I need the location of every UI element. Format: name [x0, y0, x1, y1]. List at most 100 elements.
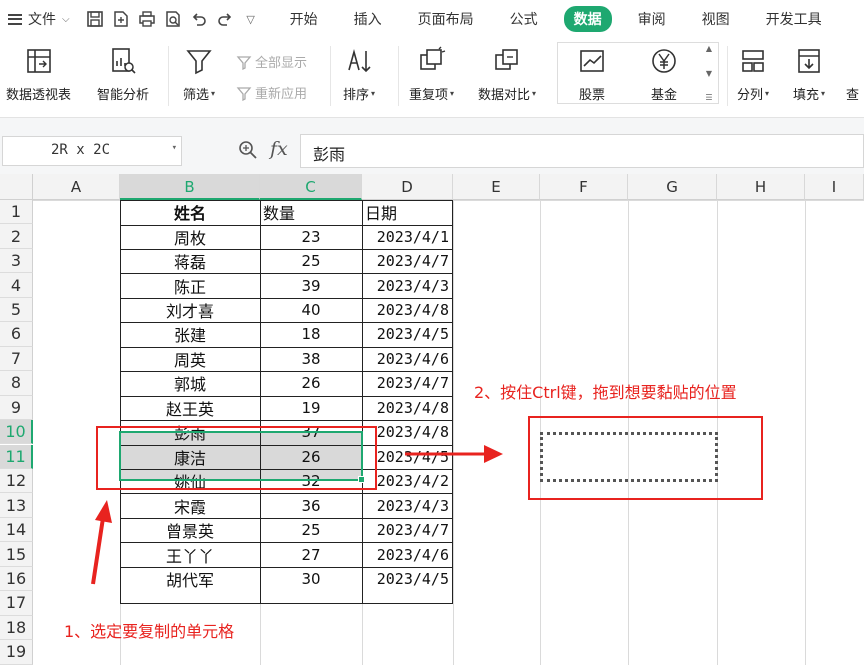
- print-icon[interactable]: [136, 8, 158, 30]
- cell-date[interactable]: 2023/4/7: [362, 249, 453, 273]
- duplicates-button[interactable]: 重复项 ▾: [409, 44, 454, 103]
- cell-date[interactable]: 2023/4/8: [362, 420, 453, 444]
- header-cell-qty[interactable]: 数量: [260, 200, 362, 224]
- row-header-14[interactable]: 14: [0, 517, 33, 543]
- cell-name[interactable]: 郭城: [120, 371, 260, 395]
- cell-qty[interactable]: 18: [260, 322, 362, 346]
- cell-qty[interactable]: 30: [260, 567, 362, 591]
- cell-qty[interactable]: 26: [260, 371, 362, 395]
- cell-qty[interactable]: 40: [260, 298, 362, 322]
- row-header-18[interactable]: 18: [0, 615, 33, 641]
- cell-qty[interactable]: 39: [260, 273, 362, 297]
- column-header-e[interactable]: E: [453, 174, 540, 200]
- name-box[interactable]: 2R x 2C ▾: [2, 136, 182, 166]
- row-header-11[interactable]: 11: [0, 444, 33, 469]
- row-header-15[interactable]: 15: [0, 542, 33, 567]
- tab-page-layout[interactable]: 页面布局: [408, 6, 484, 32]
- cell-date[interactable]: 2023/4/3: [362, 493, 453, 517]
- lookup-button[interactable]: 查: [846, 44, 864, 103]
- split-column-button[interactable]: 分列 ▾: [736, 44, 770, 103]
- row-header-5[interactable]: 5: [0, 297, 33, 323]
- cell-qty[interactable]: 27: [260, 542, 362, 566]
- select-all-corner[interactable]: [0, 174, 33, 200]
- show-all-button[interactable]: 全部显示: [236, 52, 307, 71]
- row-header-17[interactable]: 17: [0, 591, 33, 616]
- cell-date[interactable]: 2023/4/5: [362, 567, 453, 591]
- cell-date[interactable]: 2023/4/5: [362, 445, 453, 469]
- cell-name[interactable]: 曾景英: [120, 518, 260, 542]
- smart-analysis-button[interactable]: 智能分析: [97, 44, 149, 103]
- undo-icon[interactable]: [188, 8, 210, 30]
- row-header-2[interactable]: 2: [0, 224, 33, 249]
- column-header-g[interactable]: G: [628, 174, 717, 200]
- cell-qty[interactable]: 38: [260, 347, 362, 371]
- tab-home[interactable]: 开始: [280, 6, 328, 32]
- tab-view[interactable]: 视图: [692, 6, 740, 32]
- caret-down-icon[interactable]: ▾: [172, 143, 177, 153]
- cell-date[interactable]: 2023/4/8: [362, 396, 453, 420]
- row-header-7[interactable]: 7: [0, 346, 33, 372]
- reapply-button[interactable]: 重新应用: [236, 83, 307, 102]
- row-header-16[interactable]: 16: [0, 566, 33, 592]
- cell-name[interactable]: 赵王英: [120, 396, 260, 420]
- cell-date[interactable]: 2023/4/1: [362, 224, 453, 248]
- column-header-i[interactable]: I: [805, 174, 864, 200]
- row-header-13[interactable]: 13: [0, 493, 33, 518]
- save-icon[interactable]: [84, 8, 106, 30]
- cell-qty[interactable]: 32: [260, 469, 362, 493]
- cell-qty[interactable]: 23: [260, 224, 362, 248]
- filter-button[interactable]: 筛选 ▾: [182, 44, 216, 103]
- cell-date[interactable]: 2023/4/6: [362, 542, 453, 566]
- header-cell-date[interactable]: 日期: [362, 200, 453, 224]
- cell-name[interactable]: 彭雨: [120, 420, 260, 444]
- cell-date[interactable]: 2023/4/6: [362, 347, 453, 371]
- cell-name[interactable]: 刘才喜: [120, 298, 260, 322]
- pivot-table-button[interactable]: 数据透视表: [6, 44, 71, 103]
- cell-name[interactable]: 胡代军: [120, 567, 260, 591]
- cell-date[interactable]: 2023/4/2: [362, 469, 453, 493]
- cell-qty[interactable]: 25: [260, 249, 362, 273]
- export-pdf-icon[interactable]: [110, 8, 132, 30]
- cell-name[interactable]: 宋霞: [120, 493, 260, 517]
- cell-date[interactable]: 2023/4/8: [362, 298, 453, 322]
- row-header-6[interactable]: 6: [0, 322, 33, 347]
- print-preview-icon[interactable]: [162, 8, 184, 30]
- fill-handle[interactable]: [358, 476, 365, 483]
- cell-qty[interactable]: 25: [260, 518, 362, 542]
- row-header-12[interactable]: 12: [0, 468, 33, 494]
- cell-name[interactable]: 张建: [120, 322, 260, 346]
- row-header-1[interactable]: 1: [0, 200, 33, 225]
- row-header-3[interactable]: 3: [0, 248, 33, 274]
- tab-data[interactable]: 数据: [563, 6, 612, 32]
- column-header-f[interactable]: F: [540, 174, 628, 200]
- gallery-expand-icon[interactable]: ☰: [705, 93, 712, 102]
- tab-review[interactable]: 审阅: [628, 6, 676, 32]
- column-header-h[interactable]: H: [717, 174, 805, 200]
- cell-qty[interactable]: 37: [260, 420, 362, 444]
- scroll-up-icon[interactable]: ▲: [706, 44, 712, 53]
- tab-developer[interactable]: 开发工具: [756, 6, 832, 32]
- customize-toolbar-icon[interactable]: ▽: [240, 8, 262, 30]
- redo-icon[interactable]: [214, 8, 236, 30]
- stock-button[interactable]: 股票: [575, 44, 609, 103]
- column-header-c[interactable]: C: [260, 174, 362, 200]
- cell-name[interactable]: 姚仙: [120, 469, 260, 493]
- column-header-b[interactable]: B: [120, 174, 260, 200]
- formula-input[interactable]: 彭雨: [300, 134, 864, 168]
- row-header-9[interactable]: 9: [0, 395, 33, 421]
- tab-insert[interactable]: 插入: [344, 6, 392, 32]
- cell-date[interactable]: 2023/4/7: [362, 518, 453, 542]
- zoom-search-icon[interactable]: [238, 140, 258, 164]
- cell-name[interactable]: 周枚: [120, 224, 260, 248]
- header-cell-name[interactable]: 姓名: [120, 200, 260, 224]
- sort-button[interactable]: 排序 ▾: [342, 44, 376, 103]
- column-header-a[interactable]: A: [33, 174, 120, 200]
- fill-button[interactable]: 填充 ▾: [792, 44, 826, 103]
- cell-date[interactable]: 2023/4/5: [362, 322, 453, 346]
- scroll-down-icon[interactable]: ▼: [706, 69, 712, 78]
- cell-name[interactable]: 陈正: [120, 273, 260, 297]
- cell-qty[interactable]: 19: [260, 396, 362, 420]
- cell-name[interactable]: 周英: [120, 347, 260, 371]
- cell-date[interactable]: 2023/4/3: [362, 273, 453, 297]
- compare-button[interactable]: 数据对比 ▾: [478, 44, 536, 103]
